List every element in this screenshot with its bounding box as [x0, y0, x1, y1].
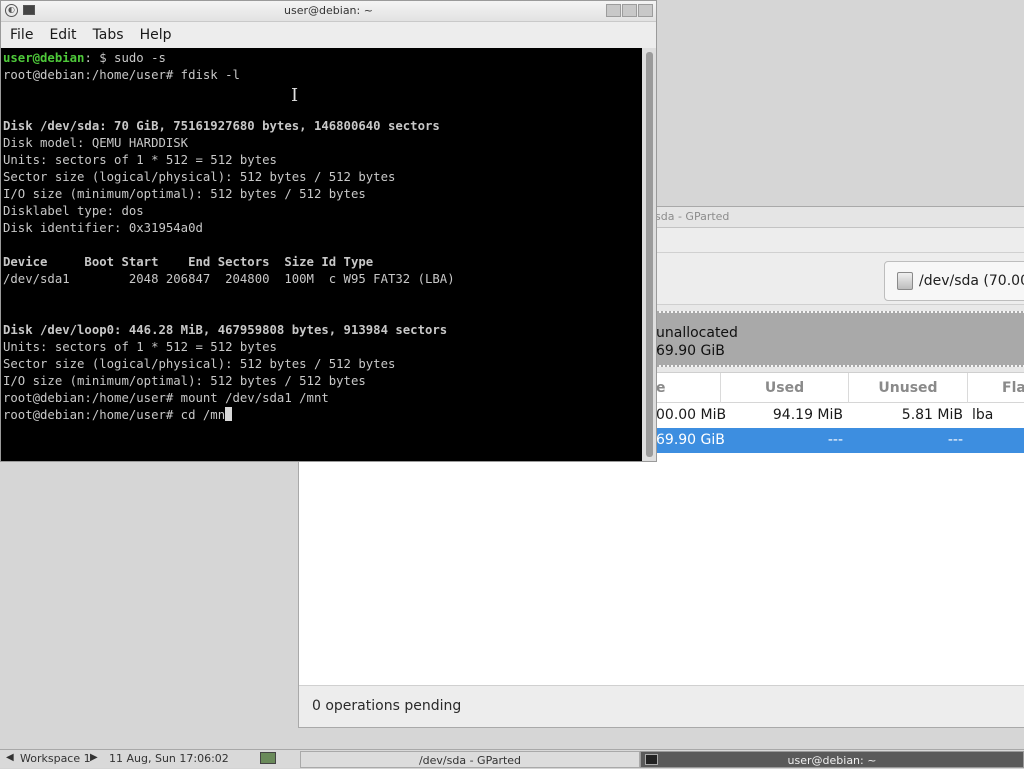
taskbar-item-terminal[interactable]: user@debian: ~ [640, 751, 1024, 768]
window-controls [606, 4, 653, 17]
disk-icon [897, 272, 913, 290]
terminal-icon [645, 754, 658, 765]
prompt-user: user@debian [3, 51, 85, 65]
terminal-line: Sector size (logical/physical): 512 byte… [3, 357, 396, 371]
close-button[interactable] [638, 4, 653, 17]
menu-file[interactable]: File [10, 27, 33, 43]
terminal-line: Units: sectors of 1 * 512 = 512 bytes [3, 153, 277, 167]
taskbar-item-gparted[interactable]: /dev/sda - GParted [300, 751, 640, 768]
unallocated-label: unallocated [656, 325, 738, 341]
operations-pending-status: 0 operations pending [312, 698, 462, 714]
column-used-header[interactable]: Used [720, 373, 848, 403]
taskbar-item-label: user@debian: ~ [787, 754, 877, 767]
row-unused: 5.81 MiB [901, 407, 963, 423]
row-used: --- [827, 432, 843, 448]
terminal-titlebar[interactable]: ◐ user@debian: ~ [1, 1, 656, 22]
terminal-line: Units: sectors of 1 * 512 = 512 bytes [3, 340, 277, 354]
taskbar-item-label: /dev/sda - GParted [418, 754, 522, 767]
row-used: 94.19 MiB [772, 407, 843, 423]
terminal-line: Disk model: QEMU HARDDISK [3, 136, 189, 150]
row-size: 00.00 MiB [656, 407, 727, 423]
minimize-button[interactable] [606, 4, 621, 17]
taskbar: ◀ Workspace 1 ▶ 11 Aug, Sun 17:06:02 /de… [0, 749, 1024, 768]
desktop: sda - GParted /dev/sda (70.00 GiB) unall… [0, 0, 1024, 768]
show-desktop-icon[interactable] [260, 752, 276, 764]
terminal-line: Disk /dev/sda: 70 GiB, 75161927680 bytes… [3, 119, 440, 133]
workspace-prev-icon[interactable]: ◀ [6, 752, 14, 763]
workspace-label[interactable]: Workspace 1 [20, 752, 91, 765]
row-flags: lba [972, 407, 994, 423]
terminal-line: I/O size (minimum/optimal): 512 bytes / … [3, 374, 366, 388]
terminal-scrollbar[interactable] [642, 48, 656, 461]
terminal-menubar: File Edit Tabs Help [1, 22, 656, 48]
terminal-line: /dev/sda1 2048 206847 204800 100M c W95 … [3, 272, 455, 286]
maximize-button[interactable] [622, 4, 637, 17]
clock[interactable]: 11 Aug, Sun 17:06:02 [109, 752, 229, 765]
column-unused-header[interactable]: Unused [848, 373, 967, 403]
terminal-line: user@debian: $ sudo -s [3, 50, 643, 67]
row-unused: --- [947, 432, 963, 448]
device-selector-label: /dev/sda (70.00 GiB) [919, 273, 1024, 289]
terminal-line: Device Boot Start End Sectors Size Id Ty… [3, 255, 374, 269]
terminal-line: root@debian:/home/user# fdisk -l [3, 68, 240, 82]
terminal-title: user@debian: ~ [284, 4, 373, 17]
terminal-line: Disk /dev/loop0: 446.28 MiB, 467959808 b… [3, 323, 448, 337]
menu-help[interactable]: Help [140, 27, 172, 43]
menu-tabs[interactable]: Tabs [93, 27, 124, 43]
text-cursor-icon: I [291, 85, 299, 106]
gparted-statusbar: 0 operations pending [299, 685, 1024, 727]
terminal-line: root@debian:/home/user# mount /dev/sda1 … [3, 391, 329, 405]
terminal-line: I/O size (minimum/optimal): 512 bytes / … [3, 187, 366, 201]
terminal-output[interactable]: user@debian: $ sudo -s root@debian:/home/… [1, 48, 643, 461]
terminal-line: Disklabel type: dos [3, 204, 144, 218]
terminal-line: Disk identifier: 0x31954a0d [3, 221, 203, 235]
device-selector[interactable]: /dev/sda (70.00 GiB) [884, 261, 1024, 301]
scrollbar-thumb[interactable] [646, 52, 653, 457]
prompt-command: : $ sudo -s [84, 51, 166, 65]
row-size: 69.90 GiB [656, 432, 725, 448]
menu-edit[interactable]: Edit [49, 27, 76, 43]
gparted-title: sda - GParted [655, 210, 730, 223]
workspace-next-icon[interactable]: ▶ [90, 752, 98, 763]
terminal-input-line[interactable]: root@debian:/home/user# cd /mn [3, 407, 643, 424]
column-size-header[interactable]: e [656, 373, 720, 403]
terminal-cursor [225, 407, 233, 421]
unallocated-size: 69.90 GiB [656, 343, 725, 359]
terminal-line: Sector size (logical/physical): 512 byte… [3, 170, 396, 184]
terminal-input-text: root@debian:/home/user# cd /mn [3, 408, 226, 422]
terminal-window: ◐ user@debian: ~ File Edit Tabs Help use… [0, 0, 657, 462]
column-flags-header[interactable]: Flags [967, 373, 1024, 403]
